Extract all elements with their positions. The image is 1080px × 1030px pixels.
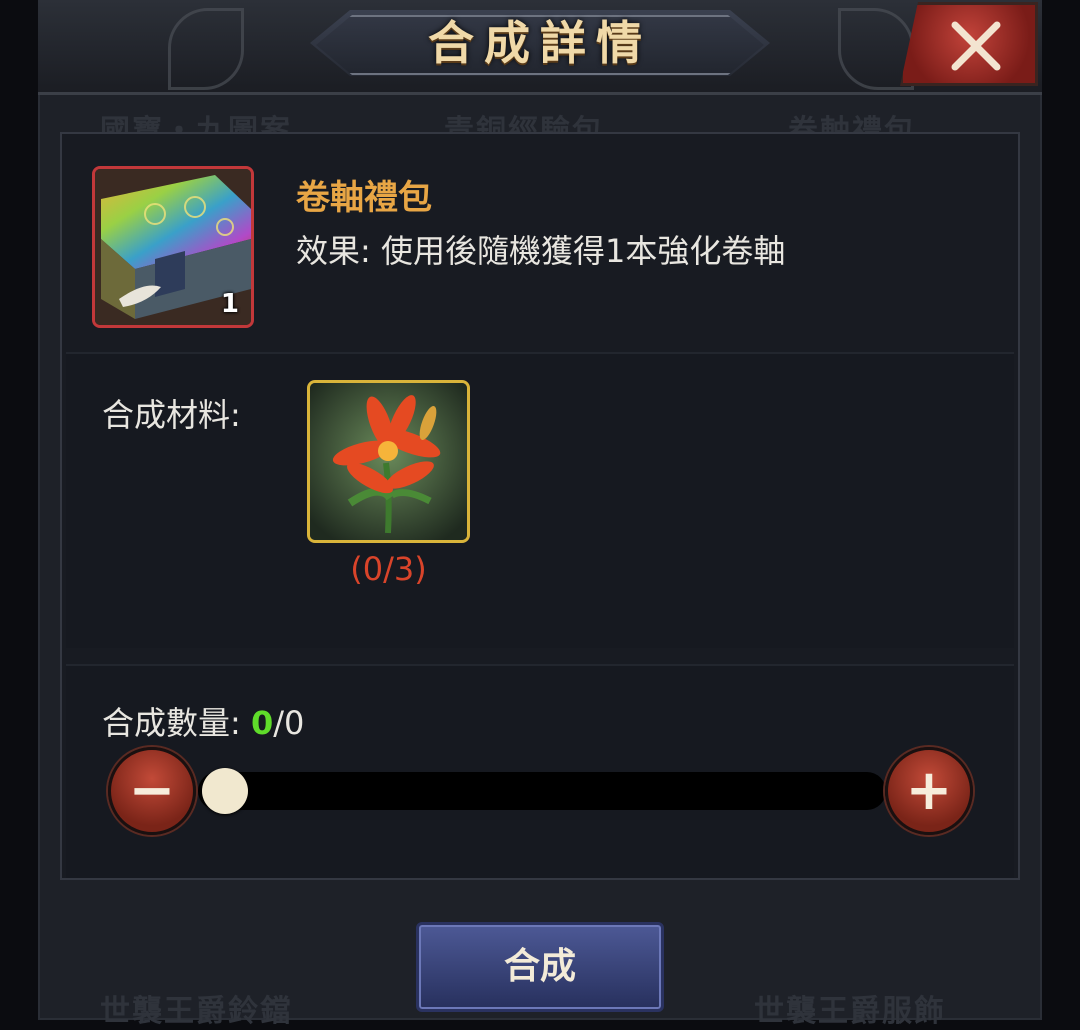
increase-button[interactable]: + bbox=[885, 747, 973, 835]
quantity-label: 合成數量: bbox=[102, 704, 241, 742]
quantity-row: 合成數量: 0/0 bbox=[102, 698, 304, 744]
decrease-button[interactable]: − bbox=[108, 747, 196, 835]
materials-label: 合成材料: bbox=[102, 396, 241, 434]
quantity-section bbox=[66, 664, 1014, 878]
quantity-slider-track[interactable] bbox=[198, 772, 886, 810]
item-count: 1 bbox=[220, 289, 239, 319]
background-label: 世襲王爵服飾 bbox=[754, 994, 946, 1029]
item-name: 卷軸禮包 bbox=[296, 178, 432, 218]
close-button[interactable] bbox=[900, 2, 1038, 86]
minus-icon: − bbox=[128, 758, 176, 823]
item-effect: 效果: 使用後隨機獲得1本強化卷軸 bbox=[296, 232, 786, 270]
quantity-current: 0 bbox=[250, 704, 274, 742]
craft-button[interactable]: 合成 bbox=[416, 922, 664, 1012]
close-x-icon bbox=[951, 21, 1001, 71]
material-progress: (0/3) bbox=[350, 550, 427, 588]
result-item-slot[interactable]: 1 bbox=[92, 166, 254, 328]
material-slot[interactable] bbox=[307, 380, 470, 543]
quantity-max: /0 bbox=[273, 704, 305, 742]
dialog-title: 合成詳情 bbox=[428, 16, 652, 70]
quantity-slider-knob[interactable] bbox=[202, 768, 248, 814]
background-label: 世襲王爵鈴鐺 bbox=[100, 994, 292, 1029]
red-lily-flower-icon bbox=[310, 383, 467, 540]
plus-icon: + bbox=[905, 758, 953, 823]
ornament-icon bbox=[168, 8, 244, 90]
